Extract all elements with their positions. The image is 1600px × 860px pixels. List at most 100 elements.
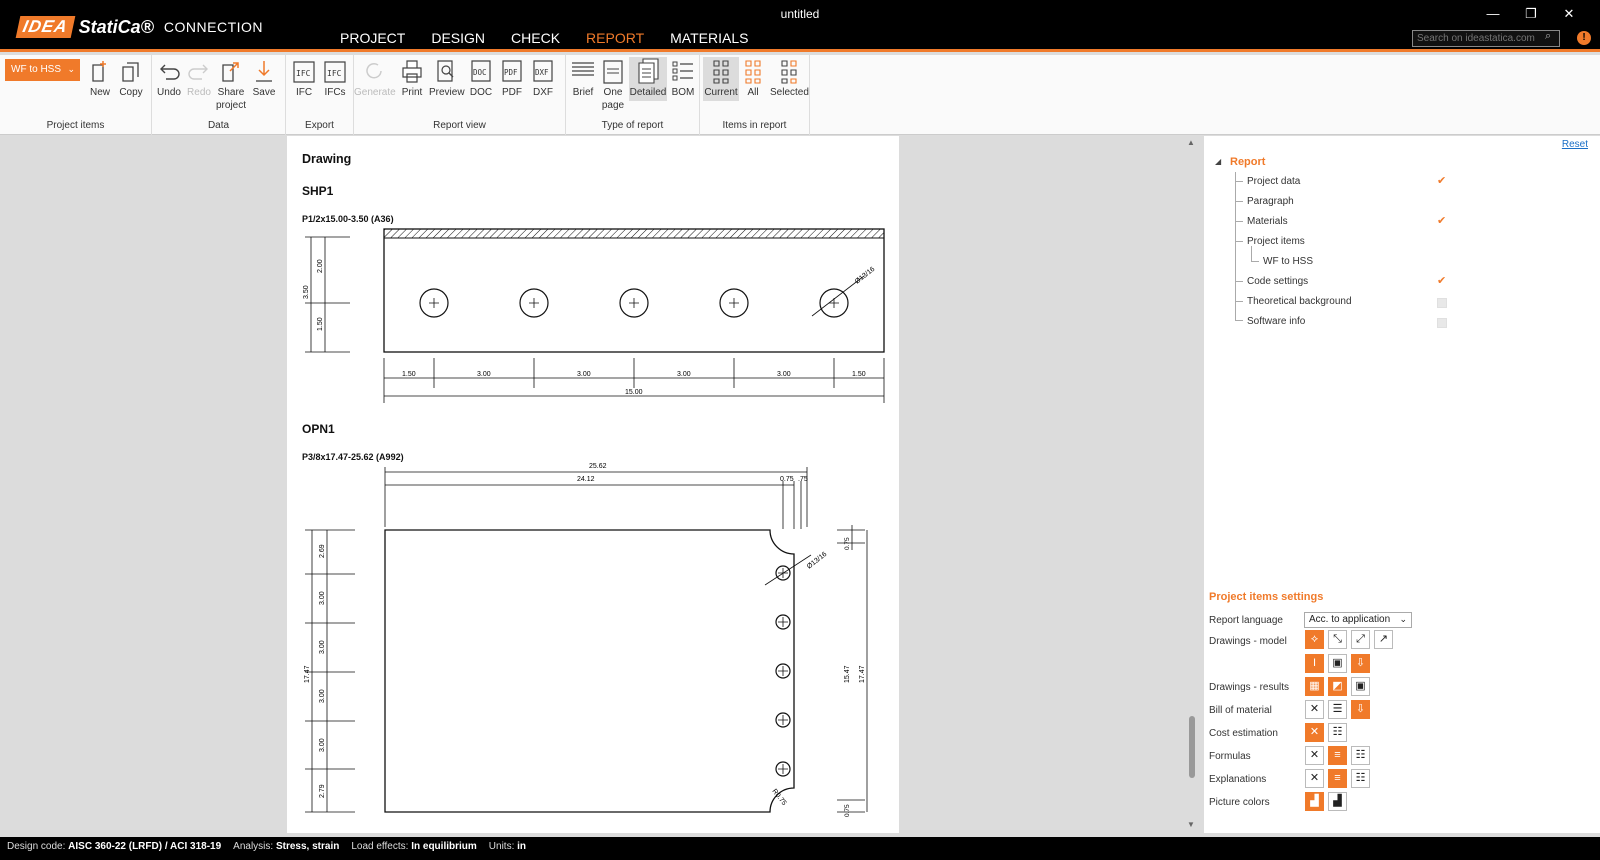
group-project-items: WF to HSS ⌄ New Copy Project items <box>0 55 152 135</box>
menu-project[interactable]: PROJECT <box>340 30 405 52</box>
shp1-h-total: 3.50 <box>303 285 310 299</box>
selected-button[interactable]: Selected <box>770 57 809 99</box>
print-button[interactable]: Print <box>395 57 429 99</box>
ifc-button[interactable]: IFC IFC <box>287 57 321 99</box>
share-project-button[interactable]: Share project <box>214 57 248 112</box>
tree-item-materials[interactable]: Materials <box>1247 216 1288 227</box>
ifcs-button[interactable]: IFC IFCs <box>318 57 352 99</box>
doc-button[interactable]: DOC DOC <box>464 57 498 99</box>
search-input[interactable] <box>1412 30 1560 47</box>
results-bolts-icon[interactable]: ▦ <box>1305 677 1324 696</box>
tree-item-software-info[interactable]: Software info <box>1247 316 1305 327</box>
bom-table-icon[interactable]: ☰ <box>1328 700 1347 719</box>
copy-icon <box>122 62 139 82</box>
checkbox-software-info[interactable] <box>1437 318 1447 328</box>
one-page-button[interactable]: One page <box>596 57 630 112</box>
product-name: CONNECTION <box>163 19 264 35</box>
scroll-thumb[interactable] <box>1189 716 1195 778</box>
undo-button[interactable]: Undo <box>152 57 186 99</box>
tree-item-wf-to-hss[interactable]: WF to HSS <box>1263 256 1313 267</box>
results-plate-icon[interactable]: ◩ <box>1328 677 1347 696</box>
bom-off-icon[interactable]: ✕ <box>1305 700 1324 719</box>
minimize-button[interactable]: — <box>1474 6 1512 22</box>
reset-link[interactable]: Reset <box>1562 139 1588 150</box>
explanations-full-icon[interactable]: ☷ <box>1351 769 1370 788</box>
dxf-button[interactable]: DXF DXF <box>526 57 560 99</box>
tree-branch <box>1235 181 1243 182</box>
preview-button[interactable]: Preview <box>429 57 465 99</box>
tree-item-code-settings[interactable]: Code settings <box>1247 276 1308 287</box>
collapse-icon[interactable]: ◢ <box>1215 157 1221 166</box>
detailed-button[interactable]: Detailed <box>629 57 667 101</box>
results-picture-icon[interactable]: ▣ <box>1351 677 1370 696</box>
tree-item-project-items[interactable]: Project items <box>1247 236 1305 247</box>
menu-check[interactable]: CHECK <box>511 30 560 52</box>
all-icon <box>745 60 761 84</box>
opn1-v-1: 2.69 <box>319 544 326 558</box>
grayscale-icon[interactable]: ▟ <box>1328 792 1347 811</box>
project-item-dropdown[interactable]: WF to HSS ⌄ <box>5 59 80 81</box>
opn1-radius-label: R0.75 <box>770 788 787 807</box>
opn1-h-total: 17.47 <box>304 665 311 683</box>
current-icon <box>713 60 729 84</box>
report-language-select[interactable]: Acc. to application ⌄ <box>1304 612 1412 628</box>
bom-download-icon[interactable]: ⇩ <box>1351 700 1370 719</box>
redo-button[interactable]: Redo <box>182 57 216 99</box>
group-export: IFC IFC IFC IFCs Export <box>286 55 354 135</box>
tree-item-paragraph[interactable]: Paragraph <box>1247 196 1294 207</box>
document-scrollbar[interactable]: ▲ ▼ <box>1186 136 1198 833</box>
report-document[interactable]: Drawing SHP1 P1/2x15.00-3.50 (A36) OPN1 … <box>287 136 899 833</box>
formulas-full-icon[interactable]: ☷ <box>1351 746 1370 765</box>
copy-label: Copy <box>119 87 143 98</box>
picture-icon[interactable]: ▣ <box>1328 654 1347 673</box>
menu-report[interactable]: REPORT <box>586 30 645 52</box>
new-button[interactable]: New <box>83 57 117 99</box>
tree-branch <box>1235 281 1243 282</box>
explanations-brief-icon[interactable]: ≡ <box>1328 769 1347 788</box>
copy-button[interactable]: Copy <box>114 57 148 99</box>
view-x-icon[interactable]: ⤡ <box>1328 630 1347 649</box>
formulas-brief-icon[interactable]: ≡ <box>1328 746 1347 765</box>
opn1-right-inner: 15.47 <box>844 665 851 683</box>
main-menu: PROJECT DESIGN CHECK REPORT MATERIALS <box>340 30 774 52</box>
info-icon[interactable]: ! <box>1577 31 1591 45</box>
cost-off-icon[interactable]: ✕ <box>1305 723 1324 742</box>
cost-list-icon[interactable]: ☷ <box>1328 723 1347 742</box>
color-icon[interactable]: ▟ <box>1305 792 1324 811</box>
menu-materials[interactable]: MATERIALS <box>670 30 748 52</box>
formulas-off-icon[interactable]: ✕ <box>1305 746 1324 765</box>
tree-item-theoretical-background[interactable]: Theoretical background <box>1247 296 1352 307</box>
save-button[interactable]: Save <box>247 57 281 99</box>
doc-label: DOC <box>469 87 493 98</box>
group-title: Items in report <box>722 120 787 131</box>
search-icon[interactable]: ⌕ <box>1545 30 1551 43</box>
scroll-up-icon[interactable]: ▲ <box>1187 138 1195 147</box>
close-button[interactable]: ✕ <box>1550 6 1588 22</box>
group-data: Undo Redo Share project Save Data <box>152 55 286 135</box>
scroll-down-icon[interactable]: ▼ <box>1187 820 1195 829</box>
chevron-down-icon: ⌄ <box>1399 614 1407 624</box>
current-button[interactable]: Current <box>703 57 739 101</box>
opn1-drawing: 25.62 24.12 0.75 .75 Ø13/16 R0.75 17.47 … <box>304 463 868 817</box>
view-y-icon[interactable]: ⤢ <box>1351 630 1370 649</box>
maximize-button[interactable]: ❐ <box>1512 6 1550 22</box>
pdf-button[interactable]: PDF PDF <box>495 57 529 99</box>
save-icon <box>256 61 272 82</box>
generate-button[interactable]: Generate <box>354 57 396 99</box>
checkbox-code-settings[interactable]: ✔ <box>1437 276 1447 287</box>
checkbox-project-data[interactable]: ✔ <box>1437 176 1447 187</box>
brief-button[interactable]: Brief <box>566 57 600 99</box>
tree-item-project-data[interactable]: Project data <box>1247 176 1300 187</box>
menu-design[interactable]: DESIGN <box>431 30 485 52</box>
tree-root-report[interactable]: Report <box>1230 156 1265 168</box>
download-picture-icon[interactable]: ⇩ <box>1351 654 1370 673</box>
all-button[interactable]: All <box>736 57 770 99</box>
checkbox-theoretical-background[interactable] <box>1437 298 1447 308</box>
explanations-off-icon[interactable]: ✕ <box>1305 769 1324 788</box>
bom-button[interactable]: BOM <box>666 57 700 99</box>
opn1-top-small: 0.75 <box>844 537 851 550</box>
view-z-icon[interactable]: ↗ <box>1374 630 1393 649</box>
model-3d-icon[interactable]: ⟡ <box>1305 630 1324 649</box>
member-section-icon[interactable]: I <box>1305 654 1324 673</box>
checkbox-materials[interactable]: ✔ <box>1437 216 1447 227</box>
